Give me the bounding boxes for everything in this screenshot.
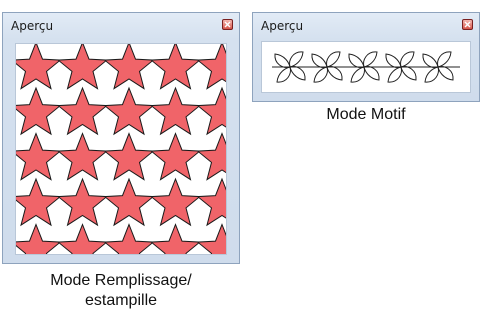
star-shape [149, 223, 202, 254]
star-shape [149, 44, 202, 90]
star-shape [196, 86, 226, 136]
star-shape [16, 86, 62, 136]
star-shape [56, 177, 109, 227]
star-shape [196, 177, 226, 227]
caption-motif-mode: Mode Motif [326, 106, 406, 123]
preview-canvas [15, 43, 227, 255]
window-title: Aperçu [11, 19, 54, 33]
close-icon [224, 21, 231, 28]
motif-pattern [272, 51, 460, 83]
star-shape [16, 132, 62, 181]
star-shape [56, 44, 109, 90]
star-shape [103, 44, 155, 90]
star-shape [56, 223, 109, 254]
star-shape [149, 86, 202, 136]
star-shape [196, 132, 226, 181]
star-shape [16, 44, 62, 90]
star-shape [56, 132, 109, 181]
preview-canvas [261, 41, 471, 93]
star-shape [149, 132, 202, 181]
star-shape [196, 223, 226, 254]
close-icon [464, 21, 471, 28]
star-shape [103, 86, 155, 136]
titlebar: Aperçu [3, 13, 239, 39]
star-shape [149, 177, 202, 227]
titlebar: Aperçu [253, 13, 479, 39]
star-shape [103, 177, 155, 227]
star-shape [16, 223, 62, 254]
caption-fill-mode-line1: Mode Remplissage/ [50, 272, 192, 289]
window-title: Aperçu [261, 19, 304, 33]
stamp-pattern [16, 44, 226, 254]
star-shape [56, 86, 109, 136]
close-button[interactable] [222, 19, 233, 30]
star-shape [196, 44, 226, 90]
preview-window-fill: Aperçu [2, 12, 240, 264]
star-shape [16, 177, 62, 227]
preview-window-motif: Aperçu [252, 12, 480, 102]
star-shape [103, 132, 155, 181]
close-button[interactable] [462, 19, 473, 30]
caption-fill-mode-line2: estampille [84, 292, 158, 309]
star-shape [103, 223, 155, 254]
